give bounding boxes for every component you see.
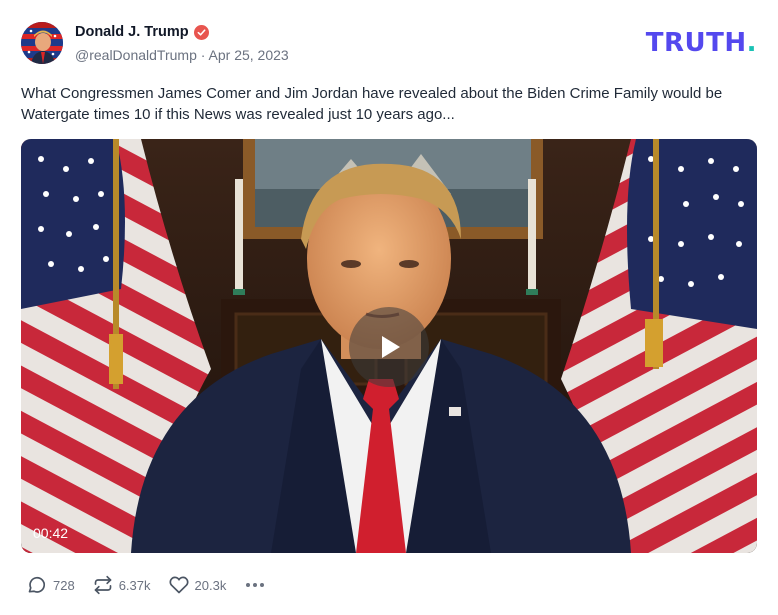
- retruth-count: 6.37k: [118, 577, 151, 593]
- retruth-button[interactable]: 6.37k: [93, 575, 151, 595]
- author-name[interactable]: Donald J. Trump: [75, 24, 209, 40]
- post-text: What Congressmen James Comer and Jim Jor…: [21, 85, 723, 123]
- reply-count: 728: [53, 577, 75, 593]
- post-header: Donald J. Trump @realDonaldTrump · Apr 2…: [21, 22, 757, 66]
- play-icon: [382, 336, 400, 358]
- post-meta: @realDonaldTrump · Apr 25, 2023: [75, 47, 289, 63]
- logo-text: TRUTH: [645, 28, 747, 58]
- heart-icon: [169, 576, 188, 594]
- play-button[interactable]: [349, 307, 429, 387]
- avatar[interactable]: [21, 22, 63, 64]
- post-actions: 728 6.37k 20.3k: [27, 573, 265, 597]
- more-options-button[interactable]: [246, 583, 265, 587]
- comment-icon: [28, 577, 45, 593]
- video-duration: 00:42: [33, 525, 69, 541]
- more-options-icon: [246, 583, 251, 587]
- like-button[interactable]: 20.3k: [169, 575, 227, 595]
- verified-badge-icon: [193, 24, 209, 40]
- like-count: 20.3k: [194, 577, 227, 593]
- video-player[interactable]: 00:42: [21, 139, 757, 553]
- more-options-icon-dot: [260, 583, 265, 587]
- truth-social-logo[interactable]: TRUTH.: [646, 28, 757, 58]
- logo-dot: .: [746, 28, 757, 58]
- author-handle[interactable]: @realDonaldTrump: [75, 47, 197, 63]
- post-date[interactable]: Apr 25, 2023: [209, 47, 289, 63]
- repost-icon: [94, 575, 112, 595]
- author-name-text[interactable]: Donald J. Trump: [75, 24, 189, 40]
- more-options-icon-dot: [253, 583, 258, 587]
- meta-separator: ·: [200, 47, 209, 63]
- truth-post: Donald J. Trump @realDonaldTrump · Apr 2…: [0, 0, 778, 615]
- reply-button[interactable]: 728: [27, 575, 75, 595]
